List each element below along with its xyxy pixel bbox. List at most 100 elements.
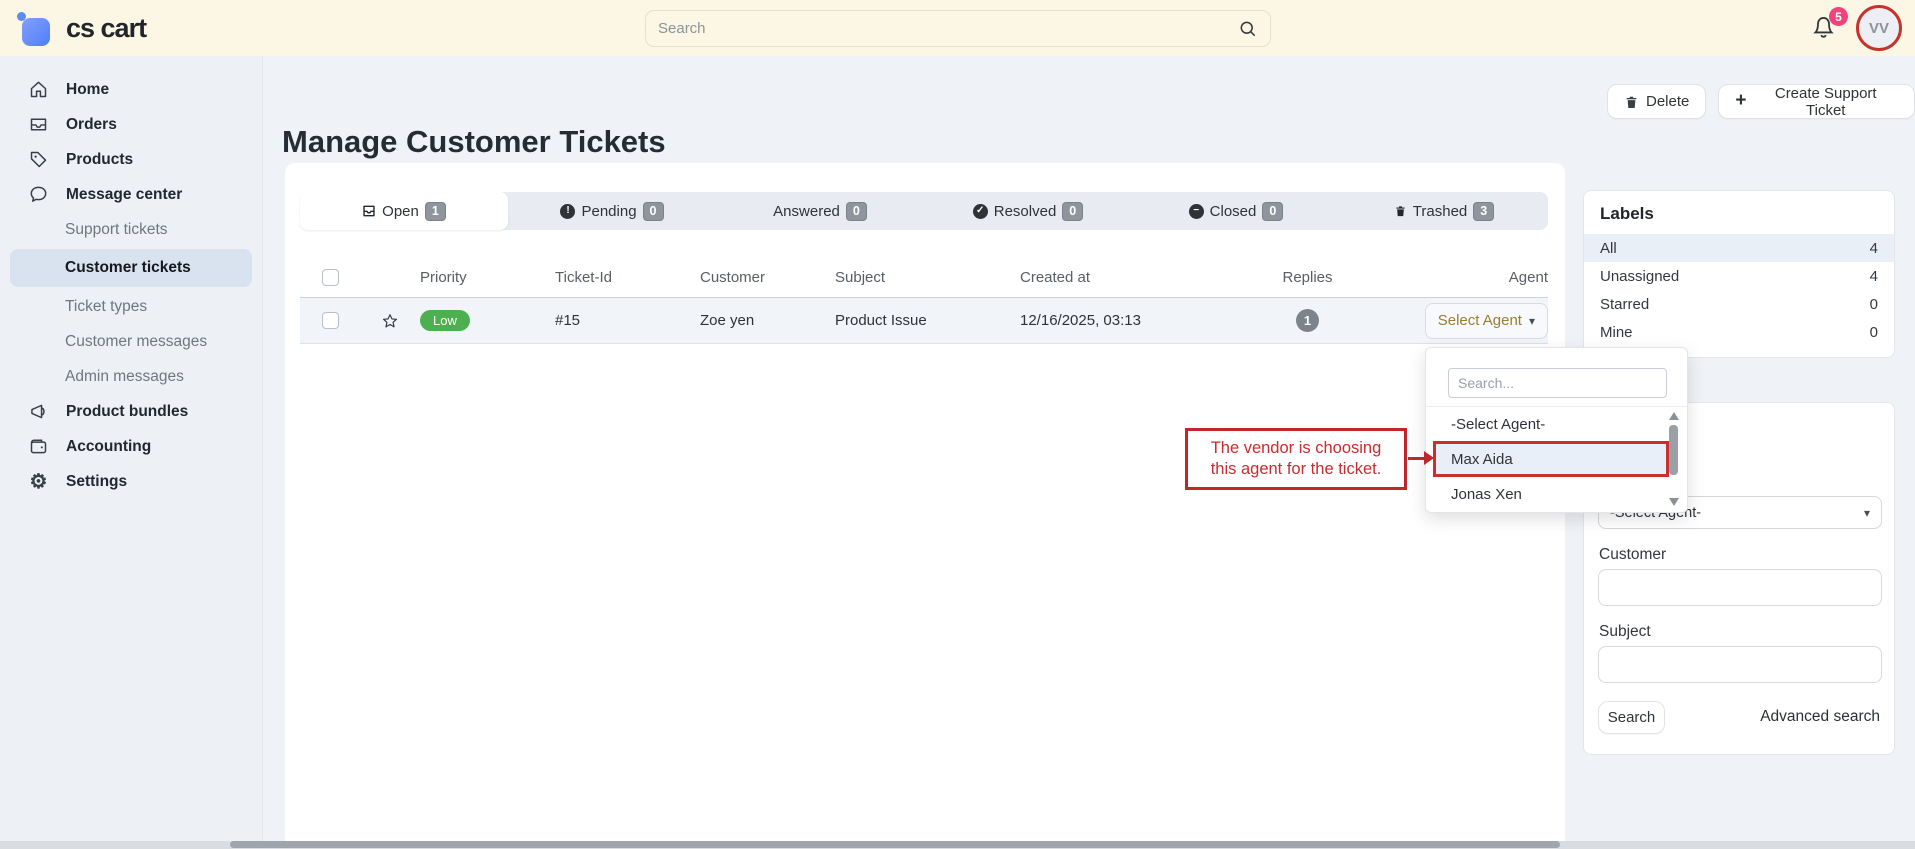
search-icon[interactable] xyxy=(1238,19,1258,39)
wallet-icon xyxy=(28,436,49,457)
sidebar-item-label: Customer tickets xyxy=(65,259,191,277)
table-header-row: Priority Ticket-Id Customer Subject Crea… xyxy=(300,258,1548,296)
ticket-subject: Product Issue xyxy=(835,312,1020,329)
subject-field[interactable] xyxy=(1598,646,1882,683)
page-actions: Delete + Create Support Ticket xyxy=(1607,84,1915,119)
tab-label: Trashed xyxy=(1413,203,1467,220)
sidebar-item-ticket-types[interactable]: Ticket types xyxy=(0,289,262,324)
sidebar-item-product-bundles[interactable]: Product bundles xyxy=(0,394,262,429)
trash-icon xyxy=(1624,94,1639,110)
row-checkbox[interactable] xyxy=(322,312,339,329)
agent-dropdown-search-input[interactable] xyxy=(1448,368,1667,398)
col-header-priority[interactable]: Priority xyxy=(420,269,555,286)
horizontal-scrollbar-thumb[interactable] xyxy=(230,841,1560,848)
sidebar-item-products[interactable]: Products xyxy=(0,142,262,177)
global-search-input[interactable] xyxy=(658,20,1238,37)
search-button[interactable]: Search xyxy=(1598,701,1665,734)
label-count: 0 xyxy=(1870,296,1878,313)
ticket-id: #15 xyxy=(555,312,700,329)
customer-field[interactable] xyxy=(1598,569,1882,606)
sidebar-item-customer-tickets[interactable]: Customer tickets xyxy=(10,249,252,287)
user-avatar[interactable]: VV xyxy=(1856,5,1902,51)
avatar-initials: VV xyxy=(1869,20,1889,37)
create-button-label: Create Support Ticket xyxy=(1753,85,1898,119)
select-all-checkbox[interactable] xyxy=(322,269,339,286)
sidebar-item-label: Settings xyxy=(66,473,127,491)
sidebar-nav: Home Orders Products Message center Supp… xyxy=(0,56,263,841)
col-header-replies[interactable]: Replies xyxy=(1230,269,1385,286)
tab-count-badge: 0 xyxy=(643,202,664,221)
check-circle-icon: ✓ xyxy=(973,204,988,219)
tab-closed[interactable]: − Closed 0 xyxy=(1132,192,1340,230)
agent-option-max-aida[interactable]: Max Aida xyxy=(1433,441,1669,477)
sidebar-item-support-tickets[interactable]: Support tickets xyxy=(0,212,262,247)
scroll-down-arrow[interactable] xyxy=(1669,498,1679,506)
create-support-ticket-button[interactable]: + Create Support Ticket xyxy=(1718,84,1915,119)
col-header-subject[interactable]: Subject xyxy=(835,269,1020,286)
dropdown-scrollbar[interactable] xyxy=(1667,412,1681,506)
label-filter-unassigned[interactable]: Unassigned 4 xyxy=(1584,262,1894,290)
label-name: Starred xyxy=(1600,296,1649,313)
tab-resolved[interactable]: ✓ Resolved 0 xyxy=(924,192,1132,230)
home-icon xyxy=(28,79,49,100)
tab-label: Answered xyxy=(773,203,840,220)
sidebar-item-settings[interactable]: ⚙ Settings xyxy=(0,464,262,499)
tab-count-badge: 1 xyxy=(425,202,446,221)
sidebar-item-orders[interactable]: Orders xyxy=(0,107,262,142)
tab-open[interactable]: Open 1 xyxy=(300,192,508,230)
agent-option-jonas-xen[interactable]: Jonas Xen xyxy=(1426,479,1687,509)
notification-count-badge: 5 xyxy=(1829,7,1848,26)
tab-trashed[interactable]: Trashed 3 xyxy=(1340,192,1548,230)
advanced-search-link[interactable]: Advanced search xyxy=(1760,708,1880,726)
cscart-logo[interactable]: cs cart xyxy=(22,10,146,46)
label-name: Unassigned xyxy=(1600,268,1679,285)
select-agent-button-label: Select Agent xyxy=(1438,312,1522,329)
sidebar-item-home[interactable]: Home xyxy=(0,72,262,107)
tab-label: Pending xyxy=(581,203,636,220)
tab-count-badge: 0 xyxy=(1062,202,1083,221)
sidebar-item-accounting[interactable]: Accounting xyxy=(0,429,262,464)
sidebar-item-label: Customer messages xyxy=(65,333,207,351)
minus-circle-icon: − xyxy=(1189,204,1204,219)
replies-count-badge: 1 xyxy=(1296,309,1319,332)
scrollbar-thumb[interactable] xyxy=(1669,425,1678,475)
select-agent-dropdown: -Select Agent- Max Aida Jonas Xen xyxy=(1425,347,1688,513)
star-icon[interactable] xyxy=(381,312,399,330)
sidebar-item-label: Admin messages xyxy=(65,368,184,386)
tab-label: Resolved xyxy=(994,203,1057,220)
sidebar-item-label: Products xyxy=(66,151,133,169)
label-count: 4 xyxy=(1870,240,1878,257)
label-name: All xyxy=(1600,240,1617,257)
tab-count-badge: 3 xyxy=(1473,202,1494,221)
subject-field-label: Subject xyxy=(1599,623,1651,641)
page-title: Manage Customer Tickets xyxy=(282,124,666,160)
sidebar-item-label: Accounting xyxy=(66,438,151,456)
tab-pending[interactable]: ! Pending 0 xyxy=(508,192,716,230)
scroll-up-arrow[interactable] xyxy=(1669,412,1679,420)
label-filter-all[interactable]: All 4 xyxy=(1584,234,1894,262)
label-filter-starred[interactable]: Starred 0 xyxy=(1584,290,1894,318)
select-agent-button[interactable]: Select Agent ▾ xyxy=(1425,303,1548,339)
col-header-created-at[interactable]: Created at xyxy=(1020,269,1230,286)
tab-label: Open xyxy=(382,203,419,220)
tab-answered[interactable]: Answered 0 xyxy=(716,192,924,230)
sidebar-item-customer-messages[interactable]: Customer messages xyxy=(0,324,262,359)
trash-icon xyxy=(1394,204,1407,218)
sidebar-item-message-center[interactable]: Message center xyxy=(0,177,262,212)
annotation-arrow-shaft xyxy=(1408,457,1425,460)
agent-option-none[interactable]: -Select Agent- xyxy=(1426,409,1687,439)
col-header-ticket-id[interactable]: Ticket-Id xyxy=(555,269,700,286)
label-filter-mine[interactable]: Mine 0 xyxy=(1584,318,1894,346)
delete-button[interactable]: Delete xyxy=(1607,84,1706,119)
col-header-customer[interactable]: Customer xyxy=(700,269,835,286)
labels-panel: Labels All 4 Unassigned 4 Starred 0 Mine… xyxy=(1583,190,1895,358)
col-header-agent[interactable]: Agent xyxy=(1385,269,1548,286)
tab-count-badge: 0 xyxy=(846,202,867,221)
sidebar-item-admin-messages[interactable]: Admin messages xyxy=(0,359,262,394)
annotation-text-line2: this agent for the ticket. xyxy=(1211,459,1382,480)
tab-count-badge: 0 xyxy=(1262,202,1283,221)
sidebar-item-label: Home xyxy=(66,81,109,99)
labels-panel-title: Labels xyxy=(1584,191,1894,234)
notifications-bell[interactable]: 5 xyxy=(1810,14,1840,44)
delete-button-label: Delete xyxy=(1646,93,1689,110)
